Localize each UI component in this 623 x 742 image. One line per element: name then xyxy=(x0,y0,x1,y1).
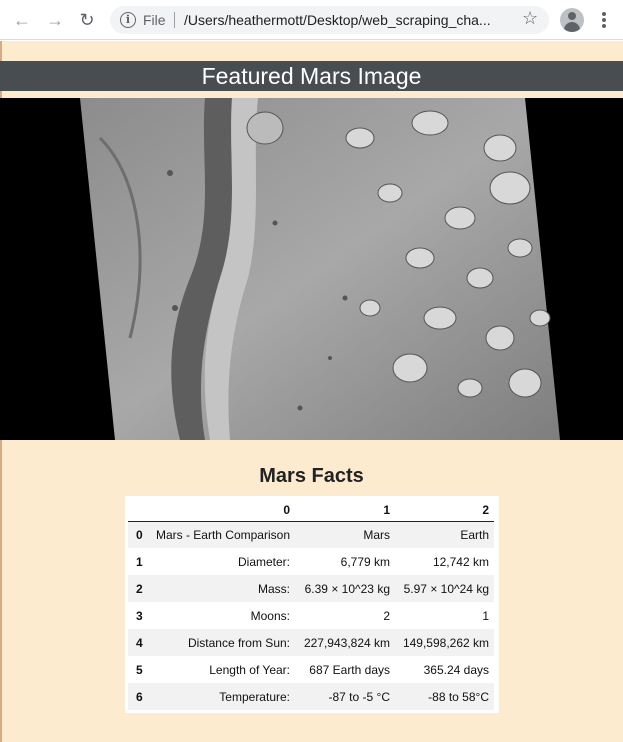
mars-value: 6.39 × 10^23 kg xyxy=(304,581,390,596)
mars-facts-table-container: 0 1 2 0 Mars - Earth Comparison Mars Ear… xyxy=(125,496,499,713)
row-index: 2 xyxy=(136,581,143,596)
earth-value: 12,742 km xyxy=(432,554,489,569)
browser-toolbar: ← → ↻ i File /Users/heathermott/Desktop/… xyxy=(0,0,623,40)
avatar-head xyxy=(568,12,576,20)
row-index: 6 xyxy=(136,689,143,704)
row-label: Mass: xyxy=(257,581,290,596)
header-cell-index xyxy=(128,499,150,522)
reload-icon: ↻ xyxy=(79,10,95,30)
row-index: 1 xyxy=(136,554,143,569)
row-label: Temperature: xyxy=(219,689,290,704)
row-index: 3 xyxy=(136,608,143,623)
earth-value: 5.97 × 10^24 kg xyxy=(403,581,489,596)
mars-facts-table: 0 1 2 0 Mars - Earth Comparison Mars Ear… xyxy=(128,499,494,710)
page-body: Featured Mars Image Mars Facts 0 1 2 0 M… xyxy=(0,41,623,742)
avatar-body xyxy=(564,22,580,32)
account-icon[interactable] xyxy=(560,8,584,32)
row-index: 0 xyxy=(136,527,143,542)
mars-value: 6,779 km xyxy=(340,554,390,569)
table-row: 4 Distance from Sun: 227,943,824 km 149,… xyxy=(128,629,494,656)
forward-button[interactable]: → xyxy=(44,9,66,31)
earth-value: Earth xyxy=(460,527,489,542)
row-label: Length of Year: xyxy=(209,662,290,677)
earth-value: 365.24 days xyxy=(423,662,489,677)
row-index: 4 xyxy=(136,635,143,650)
table-row: 0 Mars - Earth Comparison Mars Earth xyxy=(128,521,494,548)
featured-image-title: Featured Mars Image xyxy=(0,61,623,91)
table-row: 5 Length of Year: 687 Earth days 365.24 … xyxy=(128,656,494,683)
more-vert-icon[interactable] xyxy=(596,11,612,29)
row-label: Moons: xyxy=(250,608,290,623)
mars-value: -87 to -5 °C xyxy=(328,689,391,704)
table-row: 3 Moons: 2 1 xyxy=(128,602,494,629)
row-label: Distance from Sun: xyxy=(187,635,290,650)
url-text[interactable]: /Users/heathermott/Desktop/web_scraping_… xyxy=(184,12,520,28)
earth-value: 149,598,262 km xyxy=(402,635,489,650)
file-scheme-label: File xyxy=(143,12,166,28)
mars-facts-title: Mars Facts xyxy=(259,465,364,487)
arrow-left-icon: ← xyxy=(13,10,31,30)
table-row: 1 Diameter: 6,779 km 12,742 km xyxy=(128,548,494,575)
row-index: 5 xyxy=(136,662,143,677)
row-label: Mars - Earth Comparison xyxy=(155,527,290,542)
reload-button[interactable]: ↻ xyxy=(76,9,98,31)
row-label: Diameter: xyxy=(237,554,290,569)
table-row: 2 Mass: 6.39 × 10^23 kg 5.97 × 10^24 kg xyxy=(128,575,494,602)
table-row: 6 Temperature: -87 to -5 °C -88 to 58°C xyxy=(128,683,494,710)
address-bar[interactable]: i File /Users/heathermott/Desktop/web_sc… xyxy=(110,6,549,34)
mars-value: 227,943,824 km xyxy=(303,635,390,650)
star-icon[interactable]: ☆ xyxy=(522,8,538,29)
info-icon[interactable]: i xyxy=(120,12,136,28)
mars-value: Mars xyxy=(363,527,390,542)
back-button[interactable]: ← xyxy=(11,9,33,31)
mars-value: 687 Earth days xyxy=(309,662,390,677)
omnibox-divider xyxy=(174,12,175,28)
header-cell-2: 2 xyxy=(395,499,494,522)
earth-value: -88 to 58°C xyxy=(428,689,489,704)
mars-value: 2 xyxy=(383,608,390,623)
header-cell-1: 1 xyxy=(295,499,395,522)
table-header-row: 0 1 2 xyxy=(128,499,494,522)
arrow-right-icon: → xyxy=(46,10,64,30)
header-cell-0: 0 xyxy=(150,499,295,522)
featured-mars-image xyxy=(0,98,623,440)
earth-value: 1 xyxy=(482,608,489,623)
